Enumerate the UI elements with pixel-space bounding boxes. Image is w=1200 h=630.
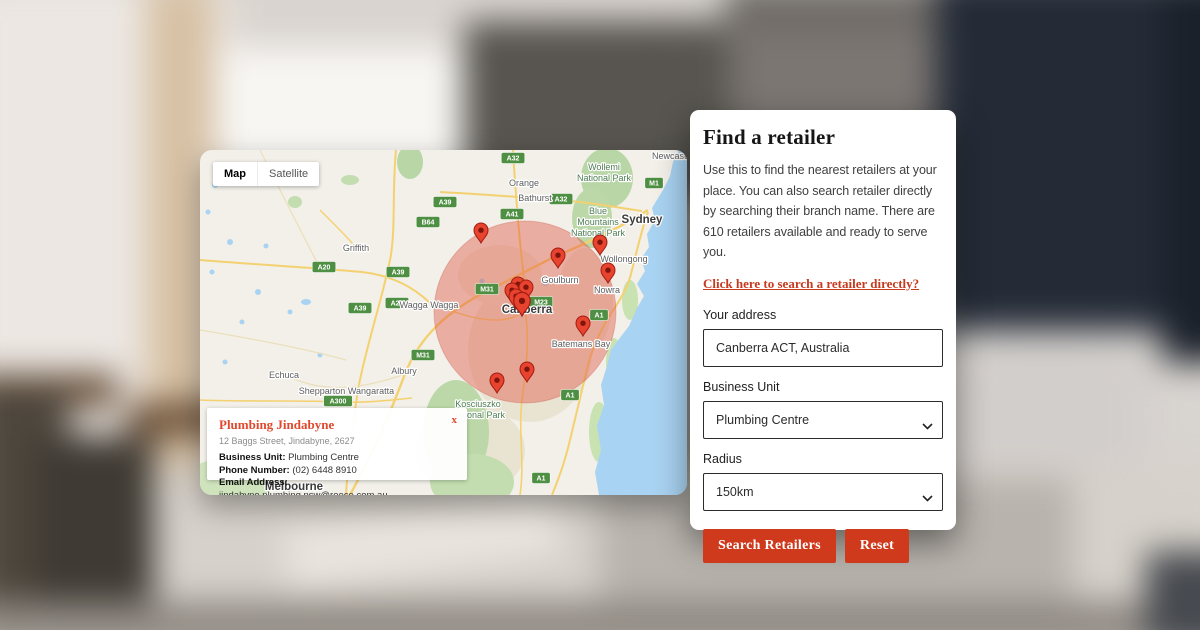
svg-text:M31: M31 xyxy=(416,353,430,360)
svg-text:M31: M31 xyxy=(480,287,494,294)
svg-text:Newcastle: Newcastle xyxy=(652,151,687,161)
panel-title: Find a retailer xyxy=(703,125,836,149)
svg-text:Nowra: Nowra xyxy=(594,285,620,295)
svg-text:A39: A39 xyxy=(392,270,405,277)
svg-text:Batemans Bay: Batemans Bay xyxy=(552,339,611,349)
retailer-name: Plumbing Jindabyne xyxy=(219,417,335,432)
svg-text:Wagga Wagga: Wagga Wagga xyxy=(400,300,459,310)
satellite-view-button[interactable]: Satellite xyxy=(257,162,319,186)
reset-button[interactable]: Reset xyxy=(844,528,910,563)
panel-description: Use this to find the nearest retailers a… xyxy=(703,163,937,259)
svg-text:Wollongong: Wollongong xyxy=(600,254,647,264)
business-unit-select[interactable]: Plumbing Centre xyxy=(703,400,943,439)
map-widget: A32 A32 M1 A41 A39 B64 A39 A39 A20 A20 M31 M31 M23 A1… xyxy=(200,150,687,495)
screenshot-root: A32 A32 M1 A41 A39 B64 A39 A39 A20 A20 M31 M31 M23 A1… xyxy=(0,0,1200,630)
retailer-email: Email Address: jindabyne.plumbing.nsw@re… xyxy=(219,477,388,495)
map-type-control: Map Satellite xyxy=(213,162,320,186)
retailer-info-card: x Plumbing Jindabyne 12 Baggs Street, Ji… xyxy=(207,408,467,495)
radius-label: Radius xyxy=(703,451,742,466)
retailer-phone: Phone Number: (02) 6448 8910 xyxy=(219,464,357,476)
svg-text:Albury: Albury xyxy=(391,366,417,376)
svg-text:A39: A39 xyxy=(439,200,452,207)
svg-text:Griffith: Griffith xyxy=(343,243,369,253)
svg-text:B64: B64 xyxy=(422,220,435,227)
svg-text:A41: A41 xyxy=(506,212,519,219)
retailer-address: 12 Baggs Street, Jindabyne, 2627 xyxy=(219,436,355,446)
svg-text:A39: A39 xyxy=(354,306,367,313)
svg-text:A1: A1 xyxy=(537,476,546,483)
svg-text:A32: A32 xyxy=(555,197,568,204)
svg-text:A20: A20 xyxy=(318,265,331,272)
business-unit-label: Business Unit xyxy=(703,379,780,394)
svg-text:A300: A300 xyxy=(330,399,347,406)
svg-text:Bathurst: Bathurst xyxy=(518,193,552,203)
close-icon[interactable]: x xyxy=(452,415,458,426)
search-retailers-button[interactable]: Search Retailers xyxy=(703,528,836,563)
svg-text:Goulburn: Goulburn xyxy=(541,275,578,285)
svg-text:Orange: Orange xyxy=(509,178,539,188)
svg-text:M1: M1 xyxy=(649,181,659,188)
svg-text:Shepparton: Shepparton xyxy=(299,386,346,396)
find-retailer-panel: Find a retailer Use this to find the nea… xyxy=(690,110,956,563)
svg-text:Echuca: Echuca xyxy=(269,370,299,380)
retailer-business-unit: Business Unit: Plumbing Centre xyxy=(219,452,359,463)
svg-text:A1: A1 xyxy=(595,313,604,320)
svg-text:A1: A1 xyxy=(566,393,575,400)
address-label: Your address xyxy=(703,307,777,322)
svg-text:A32: A32 xyxy=(507,156,520,163)
search-directly-link[interactable]: Click here to search a retailer directly… xyxy=(703,276,919,292)
svg-text:Wangaratta: Wangaratta xyxy=(348,386,394,396)
address-input[interactable] xyxy=(703,328,943,367)
radius-select[interactable]: 150km xyxy=(703,472,943,511)
map-view-button[interactable]: Map xyxy=(213,162,257,186)
svg-text:Sydney: Sydney xyxy=(622,214,664,226)
